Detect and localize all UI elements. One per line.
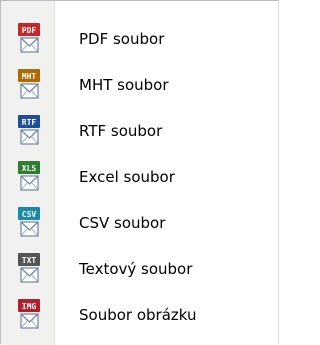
csv-mail-icon: CSV [17, 207, 41, 241]
menu-item-image-file[interactable]: IMG Soubor obrázku [1, 296, 280, 342]
mht-badge-text: MHT [22, 72, 37, 81]
menu-item-label-excel: Excel soubor [79, 168, 175, 186]
img-badge-text: IMG [22, 302, 37, 311]
csv-badge-text: CSV [22, 210, 37, 219]
menu-item-text-file[interactable]: TXT Textový soubor [1, 250, 280, 296]
rtf-badge-text: RTF [22, 118, 37, 127]
export-menu: PDF PDF soubor MHT MHT soubor RTF RTF so… [0, 0, 280, 345]
txt-mail-icon: TXT [17, 253, 41, 287]
menu-item-label-text: Textový soubor [79, 260, 193, 278]
menu-item-rtf-file[interactable]: RTF RTF soubor [1, 112, 280, 158]
txt-badge-text: TXT [22, 256, 37, 265]
menu-item-pdf-file[interactable]: PDF PDF soubor [1, 20, 280, 66]
img-mail-icon: IMG [17, 299, 41, 333]
menu-item-csv-file[interactable]: CSV CSV soubor [1, 204, 280, 250]
pdf-mail-icon: PDF [17, 23, 41, 57]
menu-item-label-pdf: PDF soubor [79, 30, 165, 48]
mht-mail-icon: MHT [17, 69, 41, 103]
menu-item-mht-file[interactable]: MHT MHT soubor [1, 66, 280, 112]
menu-item-excel-file[interactable]: XLS Excel soubor [1, 158, 280, 204]
rtf-mail-icon: RTF [17, 115, 41, 149]
menu-item-label-image: Soubor obrázku [79, 306, 197, 324]
menu-item-label-mht: MHT soubor [79, 76, 169, 94]
xls-badge-text: XLS [22, 164, 37, 173]
menu-item-label-rtf: RTF soubor [79, 122, 163, 140]
pdf-badge-text: PDF [22, 26, 37, 35]
excel-mail-icon: XLS [17, 161, 41, 195]
menu-item-label-csv: CSV soubor [79, 214, 166, 232]
